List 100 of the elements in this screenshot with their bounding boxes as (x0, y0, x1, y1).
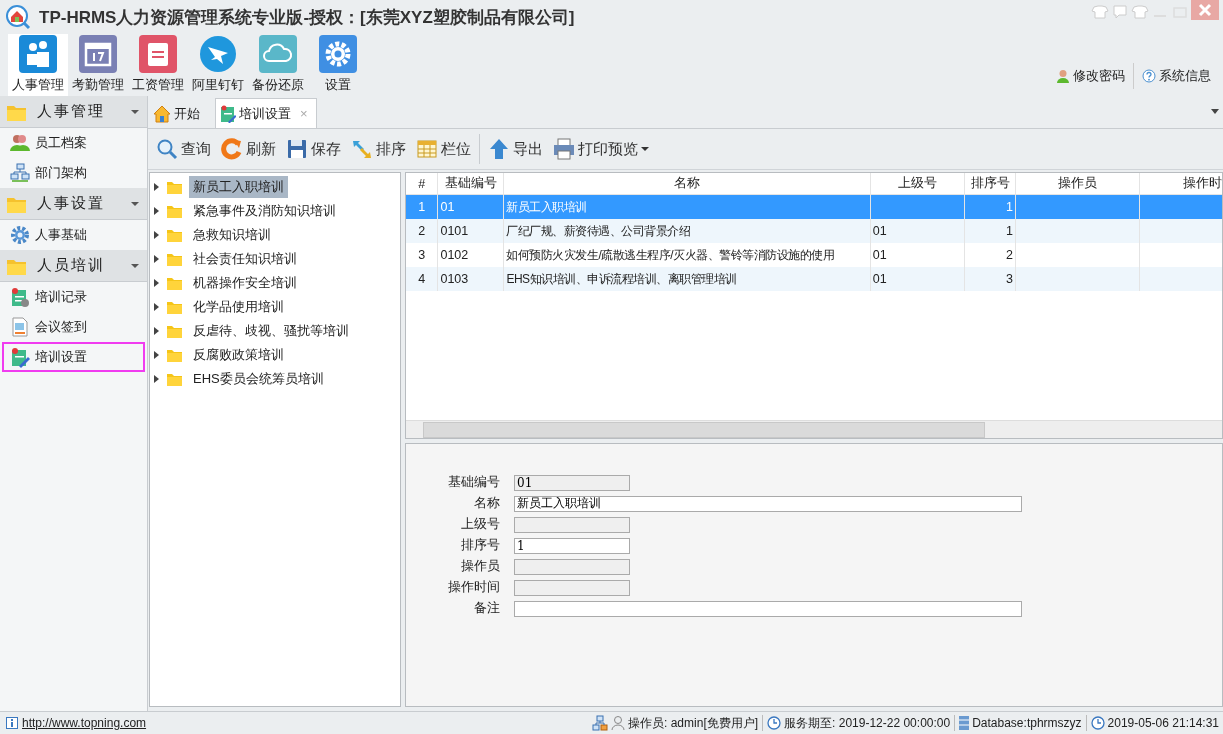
tree-node[interactable]: 反腐败政策培训 (189, 344, 288, 366)
column-header[interactable]: 操作时 (1139, 173, 1222, 195)
toolbar-button[interactable]: 栏位 (412, 136, 475, 162)
column-header[interactable]: 操作员 (1015, 173, 1140, 195)
tree-node[interactable]: 急救知识培训 (189, 224, 275, 246)
expand-arrow-icon[interactable] (154, 255, 160, 263)
table-cell: 2 (1005, 248, 1013, 262)
sidebar-item[interactable]: 人事基础 (2, 220, 145, 250)
field-label: 名称 (473, 495, 500, 512)
sidebar-item[interactable]: 员工档案 (2, 128, 145, 158)
tree-node[interactable]: 机器操作安全培训 (189, 272, 301, 294)
user-icon (1056, 69, 1070, 83)
module-button[interactable]: 备份还原 (248, 34, 308, 96)
table-cell: 3 (1005, 272, 1013, 286)
caret-down-icon (131, 261, 139, 270)
feedback-icon[interactable] (1111, 5, 1129, 19)
help-icon (1142, 69, 1156, 83)
table-cell: 01 (872, 248, 887, 262)
sidebar-item[interactable]: 会议签到 (2, 312, 145, 342)
field-label: 操作员 (460, 558, 500, 575)
accordion-header[interactable]: 人员培训 (0, 250, 147, 282)
expand-arrow-icon[interactable] (154, 303, 160, 311)
database-icon (959, 716, 970, 730)
change-password-link[interactable]: 修改密码 (1048, 67, 1133, 85)
module-button[interactable]: 人事管理 (8, 34, 68, 96)
tab[interactable]: 培训设置 × (215, 98, 317, 128)
table-cell: 01 (440, 200, 455, 214)
module-button[interactable]: 工资管理 (128, 34, 188, 96)
service-expiry: 服务期至: 2019-12-22 00:00:00 (784, 714, 951, 732)
website-link[interactable]: http://www.topning.com (22, 716, 147, 730)
up-arrow-icon (488, 138, 510, 160)
module-button[interactable]: 考勤管理 (68, 34, 128, 96)
gear-icon (10, 224, 31, 246)
column-header[interactable]: 排序号 (964, 173, 1016, 195)
column-header[interactable]: 名称 (503, 173, 871, 195)
column-header[interactable]: 基础编号 (437, 173, 504, 195)
caret-down-icon (131, 199, 139, 208)
sidebar-item[interactable]: 培训记录 (2, 282, 145, 312)
sign-in-sheet-icon (10, 316, 31, 338)
input-field[interactable]: 1 (514, 537, 630, 554)
expand-arrow-icon[interactable] (154, 351, 160, 359)
table-row[interactable]: 2 0101 厂纪厂规、薪资待遇、公司背景介绍 01 1 (406, 219, 1222, 243)
sidebar-item[interactable]: 部门架构 (2, 158, 145, 188)
toolbar-button[interactable]: 导出 (484, 136, 547, 162)
input-field[interactable] (514, 558, 630, 575)
input-field[interactable]: 01 (514, 474, 630, 491)
input-field[interactable]: 新员工入职培训 (514, 495, 1022, 512)
sidebar-item[interactable]: 培训设置 (2, 342, 145, 372)
toolbar-button[interactable]: 刷新 (217, 136, 280, 162)
expand-arrow-icon[interactable] (154, 231, 160, 239)
refresh-icon (221, 138, 243, 160)
search-icon (156, 138, 178, 160)
accordion-header[interactable]: 人事管理 (0, 96, 147, 128)
caret-down-icon[interactable] (1211, 109, 1219, 115)
close-icon (1198, 3, 1212, 17)
table-cell: 1 (418, 200, 426, 214)
clock-icon (1090, 716, 1105, 730)
expand-arrow-icon[interactable] (154, 375, 160, 383)
toolbar-button[interactable]: 排序 (347, 136, 410, 162)
input-field[interactable] (514, 516, 630, 533)
expand-arrow-icon[interactable] (154, 279, 160, 287)
column-header[interactable]: 上级号 (870, 173, 965, 195)
tab[interactable]: 开始 (148, 98, 209, 128)
folder-icon (166, 371, 183, 387)
clipboard-icon (139, 35, 177, 73)
table-cell: 2 (418, 224, 426, 238)
expand-arrow-icon[interactable] (154, 207, 160, 215)
table-row[interactable]: 4 0103 EHS知识培训、申诉流程培训、离职管理培训 01 3 (406, 267, 1222, 291)
tree-node[interactable]: 反虐待、歧视、骚扰等培训 (189, 320, 353, 342)
toolbar-button[interactable]: 保存 (282, 136, 345, 162)
folder-icon (166, 299, 183, 315)
toolbar-button[interactable]: 打印预览 (549, 136, 653, 162)
module-button[interactable]: 设置 (308, 34, 368, 96)
table-cell: EHS知识培训、申诉流程培训、离职管理培训 (506, 271, 737, 286)
cloud-icon (259, 35, 297, 73)
expand-arrow-icon[interactable] (154, 327, 160, 335)
toolbar-button[interactable]: 查询 (152, 136, 215, 162)
people-icon (19, 35, 57, 73)
tree-node[interactable]: 社会责任知识培训 (189, 248, 301, 270)
horizontal-scrollbar[interactable] (406, 420, 1222, 438)
field-label: 排序号 (460, 537, 500, 554)
tree-node[interactable]: 化学品使用培训 (189, 296, 288, 318)
close-button[interactable] (1191, 0, 1219, 20)
clock-icon (767, 716, 782, 730)
tree-node[interactable]: EHS委员会统筹员培训 (189, 368, 328, 390)
expand-arrow-icon[interactable] (154, 183, 160, 191)
folder-icon (166, 203, 183, 219)
column-header[interactable]: # (406, 173, 438, 195)
calendar-icon (79, 35, 117, 73)
input-field[interactable] (514, 600, 1022, 617)
system-info-link[interactable]: 系统信息 (1134, 67, 1219, 85)
accordion-header[interactable]: 人事设置 (0, 188, 147, 220)
module-button[interactable]: 阿里钉钉 (188, 34, 248, 96)
tree-node[interactable]: 紧急事件及消防知识培训 (189, 200, 340, 222)
input-field[interactable] (514, 579, 630, 596)
tree-node[interactable]: 新员工入职培训 (189, 176, 288, 198)
field-label: 备注 (473, 600, 500, 617)
certificate-icon (10, 286, 31, 308)
field-label: 基础编号 (447, 474, 500, 491)
table-cell: 01 (872, 224, 887, 238)
